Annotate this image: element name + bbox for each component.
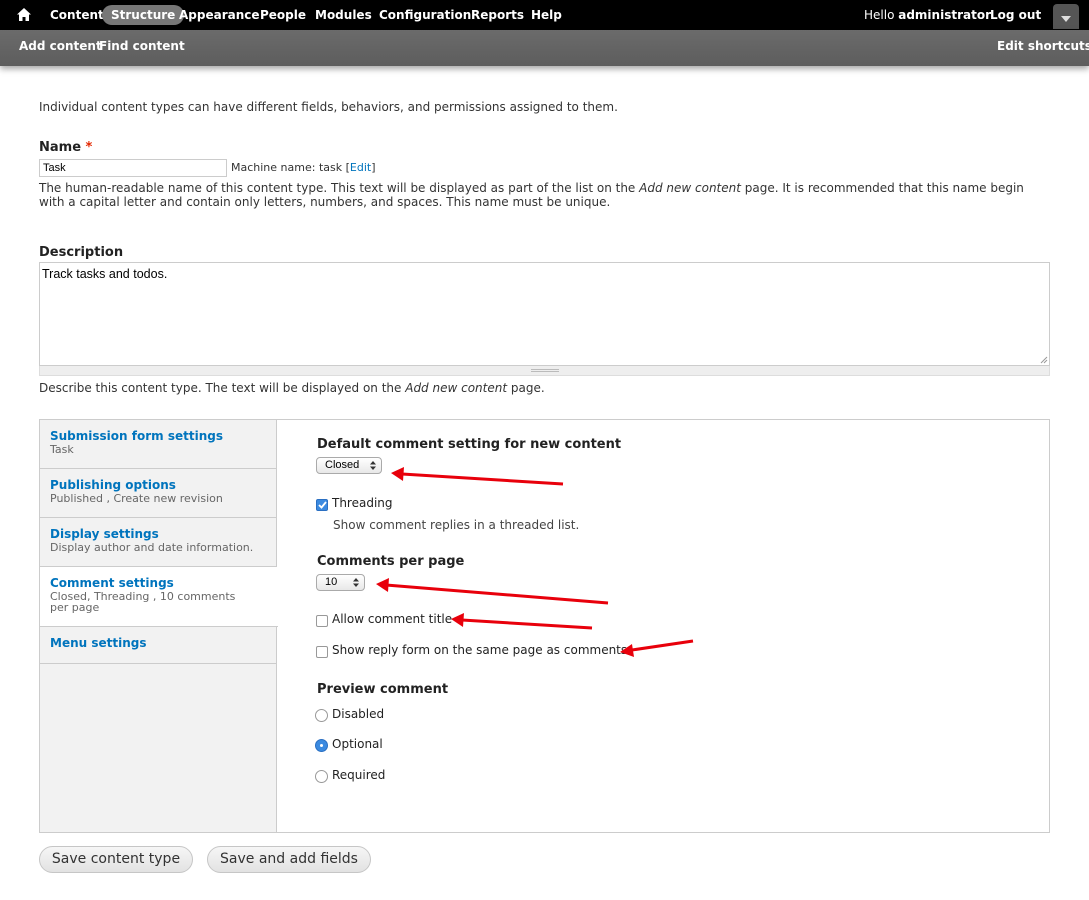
threading-checkbox[interactable] bbox=[316, 499, 328, 511]
username: administrator bbox=[898, 8, 991, 22]
home-icon[interactable] bbox=[17, 8, 31, 21]
description-help-emphasis: Add new content bbox=[405, 381, 508, 395]
comments-per-page-label: Comments per page bbox=[317, 554, 465, 569]
preview-required-label[interactable]: Required bbox=[332, 768, 385, 782]
threading-help: Show comment replies in a threaded list. bbox=[333, 518, 580, 532]
select-arrows-icon bbox=[370, 461, 376, 470]
default-comment-value: Closed bbox=[325, 459, 360, 471]
preview-disabled-label[interactable]: Disabled bbox=[332, 707, 384, 721]
tab-title: Display settings bbox=[50, 527, 159, 541]
vertical-tabs: Submission form settings Task Publishing… bbox=[39, 419, 1050, 833]
greeting-prefix: Hello bbox=[864, 8, 899, 22]
resize-handle-icon[interactable] bbox=[1040, 356, 1048, 364]
toolbar-appearance[interactable]: Appearance bbox=[179, 0, 260, 30]
allow-comment-title-checkbox[interactable] bbox=[316, 615, 328, 627]
description-help-text: Describe this content type. The text wil… bbox=[39, 381, 545, 395]
grip-lines-icon bbox=[531, 369, 559, 372]
edit-shortcuts-link[interactable]: Edit shortcuts bbox=[997, 30, 1089, 62]
allow-comment-title-label[interactable]: Allow comment title bbox=[332, 612, 452, 626]
tab-title: Comment settings bbox=[50, 576, 174, 590]
user-greeting: Hello administrator bbox=[864, 0, 991, 30]
tab-display-settings[interactable]: Display settings Display author and date… bbox=[40, 518, 277, 567]
checkmark-icon bbox=[318, 501, 327, 509]
shortcut-find-content[interactable]: Find content bbox=[99, 30, 185, 62]
description-label: Description bbox=[39, 245, 124, 260]
toolbar-structure[interactable]: Structure bbox=[102, 5, 185, 25]
machine-name-prefix: Machine name: task [ bbox=[231, 161, 350, 174]
tab-summary: Closed, Threading , 10 comments per page bbox=[50, 590, 236, 614]
tab-title: Publishing options bbox=[50, 478, 176, 492]
toolbar-modules[interactable]: Modules bbox=[315, 0, 372, 30]
vertical-tabs-list: Submission form settings Task Publishing… bbox=[40, 420, 278, 832]
toolbar-configuration[interactable]: Configuration bbox=[379, 0, 471, 30]
name-label-text: Name bbox=[39, 140, 82, 155]
toolbar-content[interactable]: Content bbox=[50, 0, 104, 30]
logout-link[interactable]: Log out bbox=[990, 0, 1041, 30]
tab-summary: Published , Create new revision bbox=[50, 492, 223, 505]
shortcuts-toggle-button[interactable] bbox=[1053, 4, 1079, 29]
machine-name-suffix: ] bbox=[371, 161, 376, 174]
save-content-type-button[interactable]: Save content type bbox=[39, 846, 193, 873]
select-arrows-icon bbox=[353, 578, 359, 587]
machine-name-edit-link[interactable]: Edit bbox=[350, 161, 371, 174]
tab-menu-settings[interactable]: Menu settings bbox=[40, 627, 277, 664]
description-textarea[interactable]: Track tasks and todos. bbox=[39, 262, 1050, 366]
description-help-part-1: Describe this content type. The text wil… bbox=[39, 381, 406, 395]
shortcut-add-content[interactable]: Add content bbox=[19, 30, 102, 62]
toolbar-reports[interactable]: Reports bbox=[471, 0, 524, 30]
name-label: Name * bbox=[39, 140, 92, 155]
required-marker: * bbox=[85, 140, 93, 155]
toolbar-help[interactable]: Help bbox=[531, 0, 562, 30]
tab-summary: Task bbox=[50, 443, 74, 456]
intro-text: Individual content types can have differ… bbox=[39, 100, 618, 114]
reply-form-checkbox[interactable] bbox=[316, 646, 328, 658]
tab-comment-settings[interactable]: Comment settings Closed, Threading , 10 … bbox=[40, 567, 278, 627]
comments-per-page-select[interactable]: 10 bbox=[316, 574, 365, 591]
description-help-part-2: page. bbox=[507, 381, 545, 395]
admin-toolbar: Content Structure Appearance People Modu… bbox=[0, 0, 1089, 30]
preview-comment-label: Preview comment bbox=[317, 682, 449, 697]
tab-publishing-options[interactable]: Publishing options Published , Create ne… bbox=[40, 469, 277, 518]
comments-per-page-value: 10 bbox=[325, 576, 338, 588]
tab-title: Menu settings bbox=[50, 636, 147, 650]
machine-name: Machine name: task [Edit] bbox=[231, 161, 376, 174]
tab-title: Submission form settings bbox=[50, 429, 223, 443]
save-and-add-fields-button[interactable]: Save and add fields bbox=[207, 846, 371, 873]
preview-disabled-radio[interactable] bbox=[315, 709, 328, 722]
shortcuts-bar: Add content Find content Edit shortcuts bbox=[0, 30, 1089, 66]
chevron-down-icon bbox=[1061, 16, 1071, 22]
name-help-part-1: The human-readable name of this content … bbox=[39, 181, 640, 195]
name-help-text: The human-readable name of this content … bbox=[39, 181, 1039, 209]
default-comment-label: Default comment setting for new content bbox=[317, 437, 622, 452]
preview-required-radio[interactable] bbox=[315, 770, 328, 783]
textarea-grippie[interactable] bbox=[39, 366, 1050, 376]
default-comment-select[interactable]: Closed bbox=[316, 457, 382, 474]
tab-summary: Display author and date information. bbox=[50, 541, 254, 554]
name-input[interactable] bbox=[39, 159, 227, 177]
toolbar-people[interactable]: People bbox=[260, 0, 306, 30]
reply-form-label[interactable]: Show reply form on the same page as comm… bbox=[332, 643, 627, 657]
tab-submission-form-settings[interactable]: Submission form settings Task bbox=[40, 420, 277, 469]
preview-optional-label[interactable]: Optional bbox=[332, 737, 383, 751]
name-help-emphasis: Add new content bbox=[639, 181, 741, 195]
threading-label[interactable]: Threading bbox=[332, 496, 393, 510]
preview-optional-radio[interactable] bbox=[315, 739, 328, 752]
